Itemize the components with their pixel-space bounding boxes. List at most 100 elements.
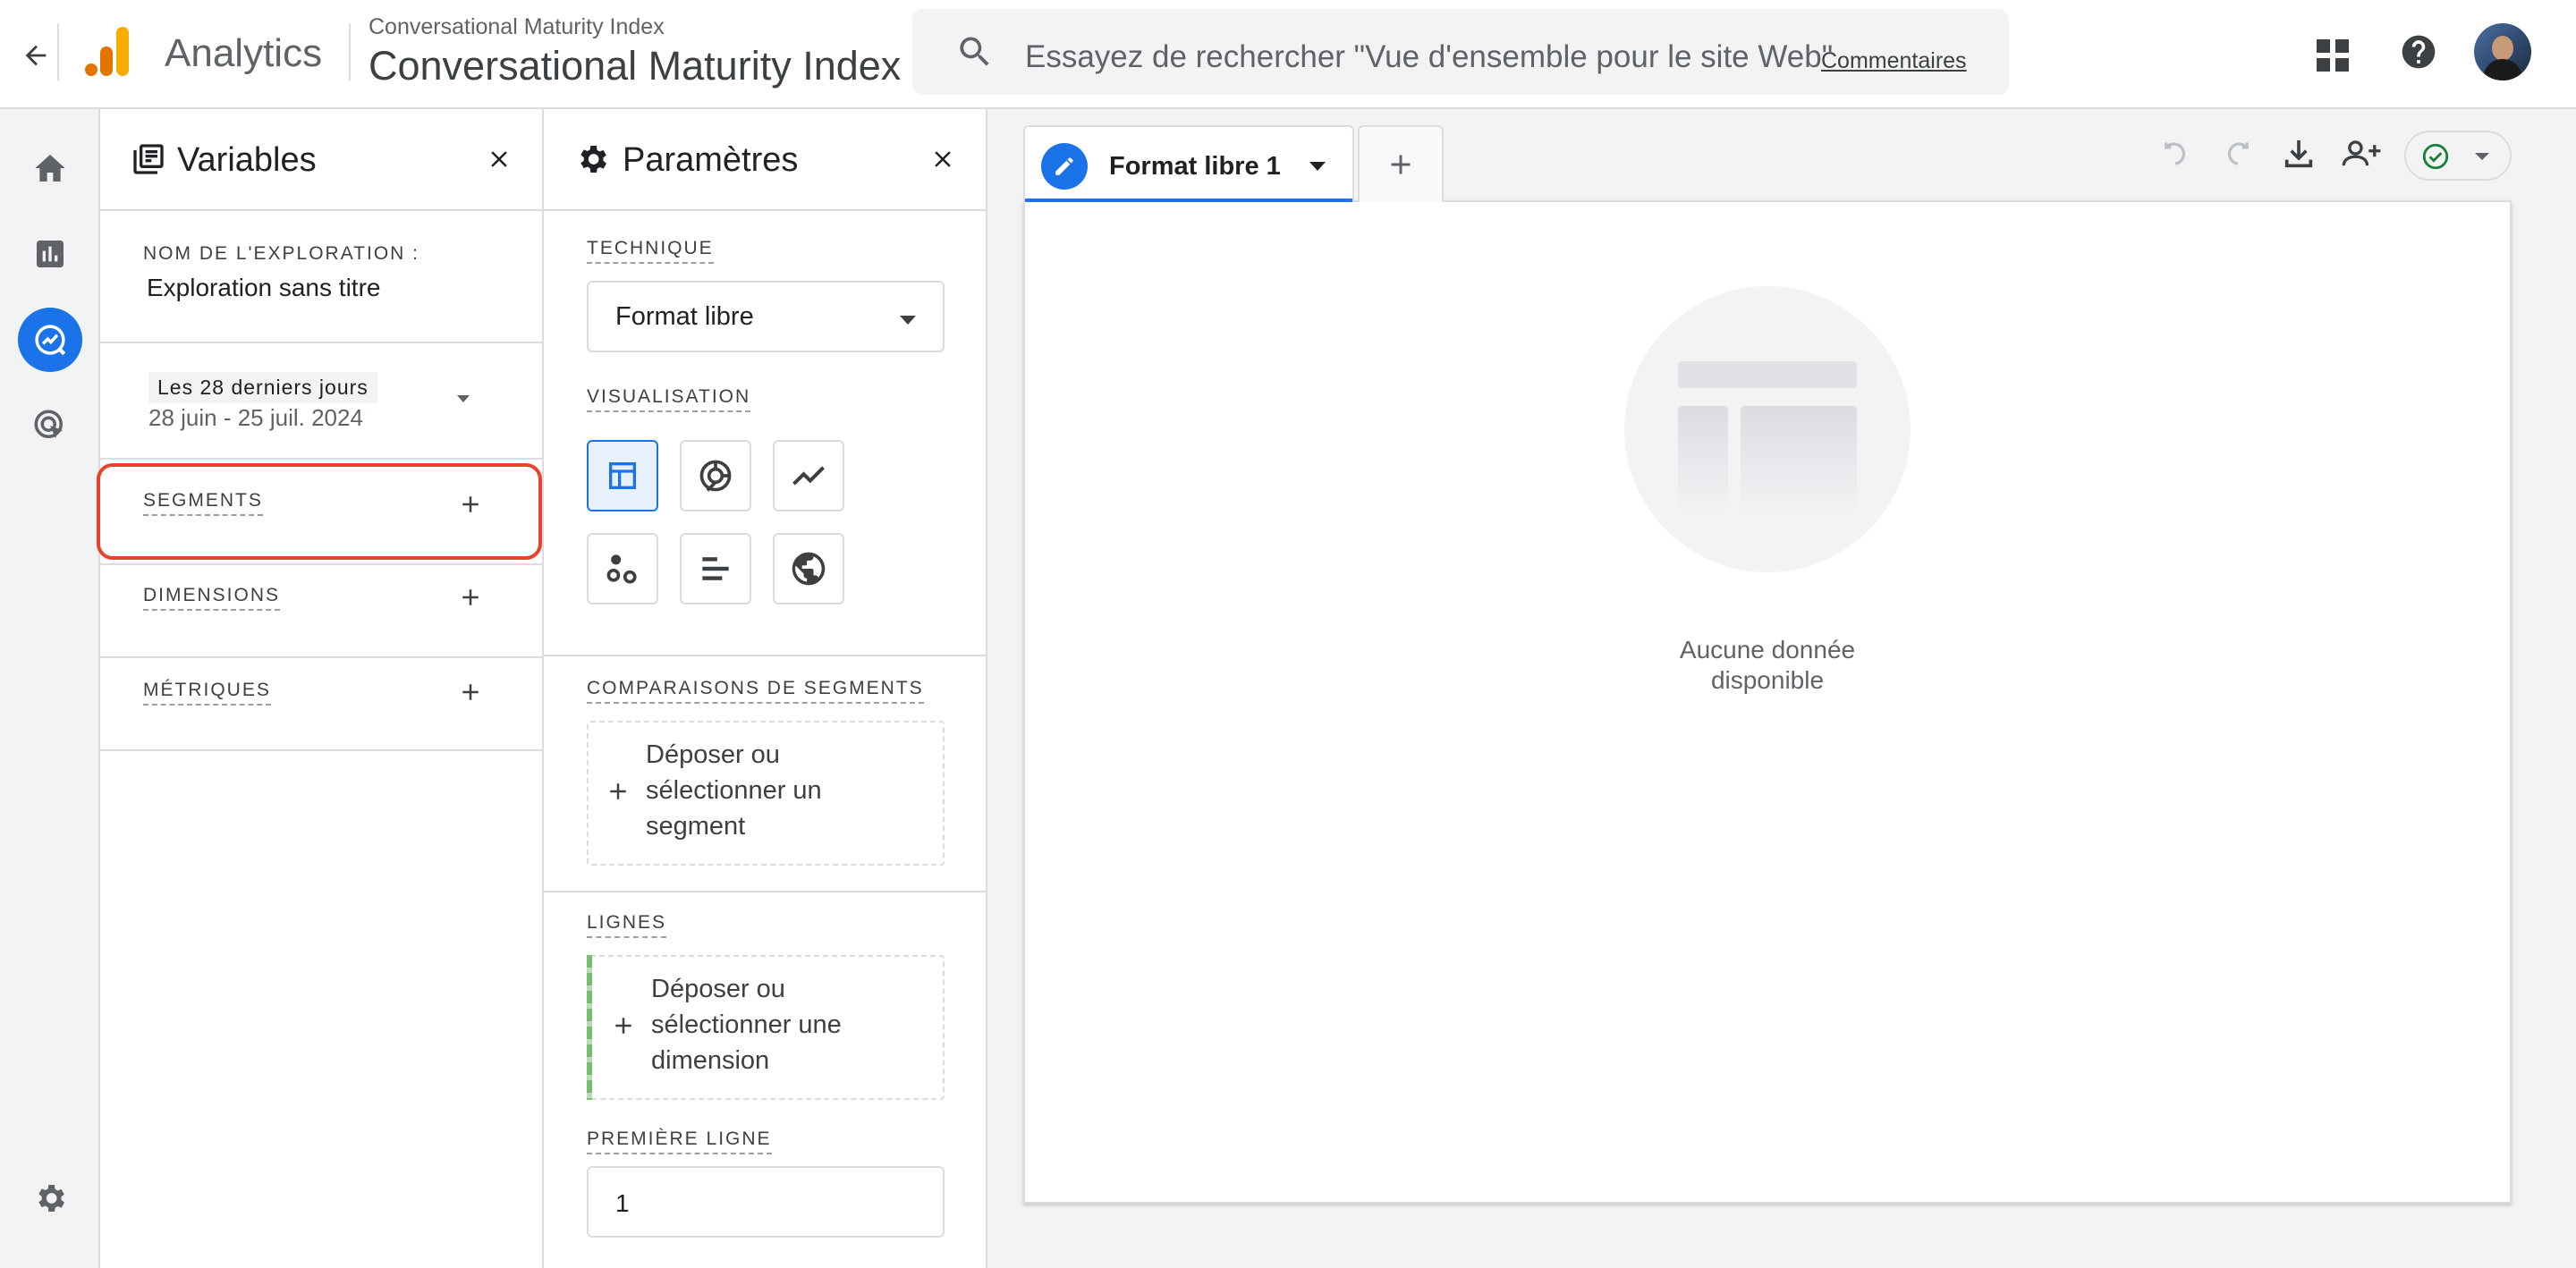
plus-icon	[605, 778, 631, 805]
check-circle-icon	[2422, 143, 2449, 170]
dimension-dropzone[interactable]: Déposer ou sélectionner une dimension	[587, 955, 945, 1100]
lines-row: LIGNES	[587, 912, 667, 938]
add-metric-button[interactable]	[451, 672, 490, 712]
bar-chart-icon	[702, 557, 729, 580]
globe-icon	[792, 552, 826, 586]
scatter-plot-icon	[606, 554, 637, 584]
add-dimension-button[interactable]	[451, 578, 490, 617]
date-preset-chip[interactable]: Les 28 derniers jours	[148, 372, 377, 403]
undo-icon[interactable]	[2150, 129, 2200, 179]
back-arrow-icon[interactable]	[11, 30, 61, 80]
variables-header: Variables	[100, 109, 542, 211]
chevron-down-icon[interactable]	[454, 393, 472, 404]
divider	[349, 23, 351, 80]
viz-geo-button[interactable]	[773, 533, 844, 604]
technique-value: Format libre	[615, 302, 754, 331]
help-icon[interactable]	[2394, 27, 2444, 77]
variables-panel: Variables NOM DE L'EXPLORATION : Explora…	[97, 109, 544, 1268]
add-tab-button[interactable]	[1358, 125, 1444, 202]
reports-icon[interactable]	[18, 222, 82, 286]
settings-title: Paramètres	[623, 141, 799, 179]
account-name[interactable]: Conversational Maturity Index	[369, 14, 665, 40]
technique-label: TECHNIQUE	[587, 238, 714, 264]
search-bar[interactable]: Essayez de rechercher "Vue d'ensemble po…	[912, 9, 2009, 95]
viz-bar-button[interactable]	[680, 533, 751, 604]
visualisation-label: VISUALISATION	[587, 386, 751, 412]
redo-icon[interactable]	[2213, 129, 2263, 179]
left-nav-rail	[0, 109, 100, 1268]
viz-line-button[interactable]	[773, 440, 844, 511]
search-icon	[955, 32, 995, 72]
tab-freeform-1[interactable]: Format libre 1	[1023, 125, 1354, 202]
dimensions-row[interactable]: DIMENSIONS	[143, 585, 281, 611]
settings-header: Paramètres	[544, 109, 986, 211]
divider	[544, 655, 986, 656]
segment-dropzone[interactable]: Déposer ou sélectionner un segment	[587, 721, 945, 866]
chevron-down-icon	[2475, 153, 2489, 160]
segments-label: SEGMENTS	[143, 490, 263, 516]
add-segment-button[interactable]	[451, 485, 490, 524]
edit-pencil-icon[interactable]	[1041, 143, 1088, 190]
explore-icon[interactable]	[18, 308, 82, 372]
first-line-value: 1	[615, 1189, 630, 1217]
chevron-down-icon	[898, 315, 918, 325]
segments-row[interactable]: SEGMENTS	[143, 490, 263, 516]
top-app-bar: Analytics Conversational Maturity Index …	[0, 0, 2576, 109]
divider	[100, 342, 542, 343]
share-user-icon[interactable]	[2336, 129, 2386, 179]
viz-donut-button[interactable]	[680, 440, 751, 511]
visualisation-row: VISUALISATION	[587, 386, 751, 412]
exploration-name-label: NOM DE L'EXPLORATION :	[143, 243, 420, 264]
empty-state-message: Aucune donnée disponible	[1679, 636, 1856, 694]
chevron-down-icon[interactable]	[1308, 161, 1327, 172]
divider	[100, 563, 542, 565]
segment-comparisons-label: COMPARAISONS DE SEGMENTS	[587, 678, 924, 704]
viz-scatter-button[interactable]	[587, 533, 658, 604]
settings-panel: Paramètres TECHNIQUE Format libre VISUAL…	[544, 109, 987, 1268]
avatar[interactable]	[2474, 23, 2531, 80]
divider	[57, 23, 59, 80]
app-name: Analytics	[165, 31, 323, 75]
settings-gear-icon[interactable]	[18, 1166, 82, 1230]
advertising-icon[interactable]	[18, 393, 82, 458]
exploration-name-input[interactable]: Exploration sans titre	[147, 274, 380, 302]
save-status-dropdown[interactable]	[2404, 131, 2512, 181]
feedback-link[interactable]: Commentaires	[1821, 48, 1967, 74]
first-line-row: PREMIÈRE LIGNE	[587, 1129, 772, 1154]
exploration-canvas: Aucune donnée disponible	[1023, 200, 2512, 1204]
lines-label: LIGNES	[587, 912, 667, 938]
empty-state-illustration	[1624, 286, 1911, 572]
first-line-label: PREMIÈRE LIGNE	[587, 1129, 772, 1154]
home-icon[interactable]	[18, 136, 82, 200]
tab-label: Format libre 1	[1109, 152, 1281, 181]
first-line-input[interactable]: 1	[587, 1166, 945, 1238]
line-chart-icon	[792, 466, 825, 486]
donut-chart-icon	[699, 460, 732, 492]
divider	[100, 458, 542, 460]
divider	[100, 749, 542, 751]
close-icon[interactable]	[923, 139, 962, 179]
divider	[544, 891, 986, 892]
metrics-label: MÉTRIQUES	[143, 680, 271, 706]
technique-select[interactable]: Format libre	[587, 281, 945, 352]
viz-table-button[interactable]	[587, 440, 658, 511]
metrics-row[interactable]: MÉTRIQUES	[143, 680, 271, 706]
date-range-value[interactable]: 28 juin - 25 juil. 2024	[148, 404, 363, 432]
download-icon[interactable]	[2274, 129, 2324, 179]
search-input[interactable]: Essayez de rechercher "Vue d'ensemble po…	[1025, 39, 1833, 75]
apps-grid-icon[interactable]	[2308, 30, 2358, 80]
technique-row: TECHNIQUE	[587, 238, 714, 264]
variables-icon	[131, 141, 166, 177]
table-icon	[609, 462, 636, 489]
property-selector[interactable]: Conversational Maturity Index	[369, 41, 901, 91]
settings-gear-icon	[574, 141, 610, 177]
analytics-logo-icon[interactable]	[82, 25, 132, 79]
active-tab-indicator	[1025, 199, 1352, 202]
dimensions-label: DIMENSIONS	[143, 585, 281, 611]
segment-dropzone-text: Déposer ou sélectionner un segment	[646, 740, 822, 841]
close-icon[interactable]	[479, 139, 519, 179]
segment-comparisons-row: COMPARAISONS DE SEGMENTS	[587, 678, 924, 704]
variables-title: Variables	[177, 141, 317, 179]
dimension-dropzone-text: Déposer ou sélectionner une dimension	[651, 975, 842, 1075]
drop-indicator-bar	[587, 955, 592, 1100]
